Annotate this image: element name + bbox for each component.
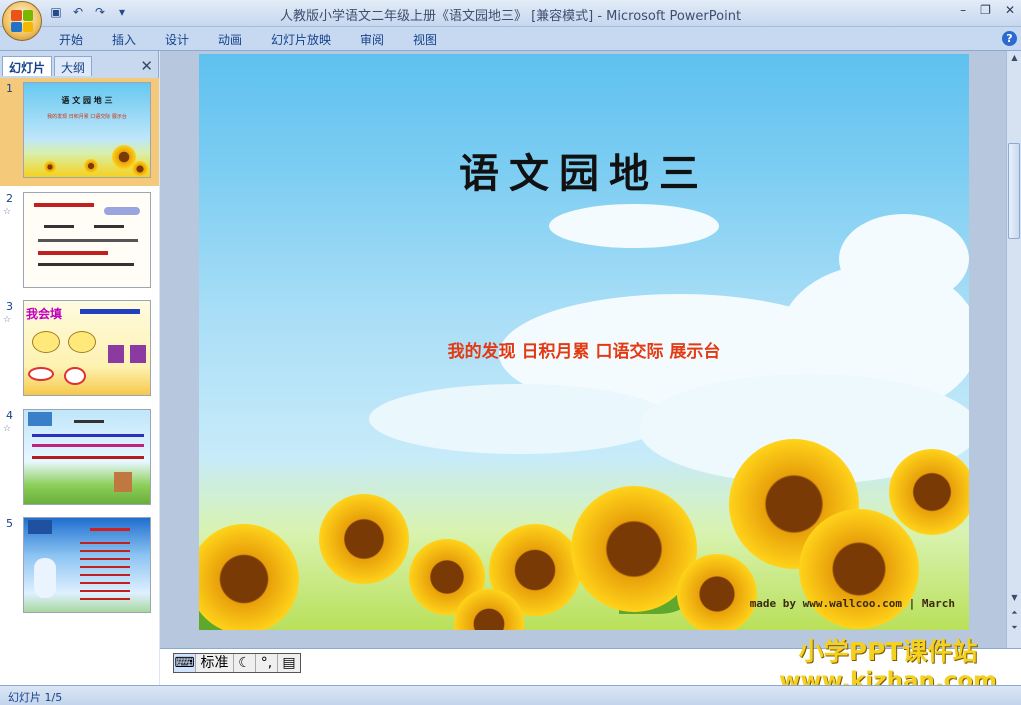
flower-shape [32,331,60,353]
thumbnail-text-line [32,434,144,437]
sunflower-image [132,161,148,177]
restore-button[interactable]: ❐ [980,3,991,17]
thumbnail-text-line [44,225,74,228]
sunflower-image [319,494,409,584]
close-button[interactable]: ✕ [1005,3,1015,17]
slide-title[interactable]: 语文园地三 [199,141,969,199]
tab-slideshow[interactable]: 幻灯片放映 [271,31,331,48]
thumbnail-text-line [38,251,108,255]
thumbnail-subtitle: 我的发现 日积月累 口语交际 展示台 [47,114,127,120]
tab-home[interactable]: 开始 [59,31,83,48]
thumbnail-text-line [94,225,124,228]
tab-insert[interactable]: 插入 [112,31,136,48]
sunflower-image [889,449,969,535]
thumbnail-text-line [34,203,94,207]
thumbnail-text-line [38,263,134,266]
thumbnail-text-line [32,444,144,447]
thumbnail-number: 1 [6,82,13,95]
slide-editor: 语文园地三 我的发现 日积月累 口语交际 展示台 made by www.wal… [160,51,1006,648]
slide-thumbnail-2[interactable] [23,192,151,288]
tab-view[interactable]: 视图 [413,31,437,48]
ime-punct-icon[interactable]: °, [256,654,278,672]
thumbnail-row-1[interactable]: 1 语 文 园 地 三 我的发现 日积月累 口语交际 展示台 [0,78,159,186]
slide-thumbnail-5[interactable] [23,517,151,613]
status-bar: 幻灯片 1/5 [0,685,1021,705]
thumbnail-row-3[interactable]: 3 ☆ 我会填 [0,296,159,404]
watermark-line-1: 小学PPT课件站 [798,637,978,666]
sunflower-image [44,161,56,173]
slide-counter: 幻灯片 1/5 [8,691,63,704]
thumbnail-row-5[interactable]: 5 [0,513,159,621]
office-logo-icon [11,10,33,32]
ime-moon-icon[interactable]: ☾ [234,654,256,672]
signpost-shape [114,472,132,492]
oval-shape [28,367,54,381]
sunflower-image [199,524,299,630]
sunflower-image [677,554,757,630]
animation-star-icon: ☆ [3,424,12,434]
tab-animations[interactable]: 动画 [218,31,242,48]
ribbon-tabs: 开始 插入 设计 动画 幻灯片放映 审阅 视图 ? [0,27,1021,51]
thumbnail-figure [34,558,56,598]
thumbnail-text-line [90,528,130,531]
ime-mode-label[interactable]: 标准 [196,654,234,672]
sunflower-image [84,159,98,173]
thumbnail-number: 4 [6,409,13,422]
panel-tabs: 幻灯片 大纲 ✕ [0,54,159,76]
flower-shape [68,331,96,353]
scrollbar-thumb[interactable] [1008,143,1020,239]
scroll-up-icon[interactable]: ▲ [1007,51,1021,65]
thumbnail-text-line [32,456,144,459]
thumbnail-row-4[interactable]: 4 ☆ [0,405,159,513]
thumbnail-title: 我会填 [26,307,63,321]
thumbnail-picture [28,412,52,426]
thumbnail-text-line [80,309,140,314]
ime-logo-icon[interactable]: ⌨ [174,654,196,672]
minimize-button[interactable]: – [960,3,966,17]
tab-design[interactable]: 设计 [165,31,189,48]
cross-shape [130,345,146,363]
ime-keyboard-icon[interactable]: ▤ [278,654,300,672]
cloud-shape [369,384,669,454]
thumbnail-list: 1 语 文 园 地 三 我的发现 日积月累 口语交际 展示台 2 ☆ 3 ☆ 我… [0,78,159,685]
animation-star-icon: ☆ [3,315,12,325]
thumbnail-poem-lines [80,542,130,602]
oval-shape [64,367,86,385]
ime-toolbar[interactable]: ⌨ 标准 ☾ °, ▤ [173,653,301,673]
slide-thumbnail-3[interactable]: 我会填 [23,300,151,396]
thumbnail-bubble [104,207,140,215]
cross-shape [108,345,124,363]
thumbnail-picture [28,520,52,534]
tab-outline[interactable]: 大纲 [54,56,93,76]
slides-panel: 幻灯片 大纲 ✕ 1 语 文 园 地 三 我的发现 日积月累 口语交际 展示台 … [0,51,159,685]
thumbnail-title: 语 文 园 地 三 [61,96,113,105]
tab-slides[interactable]: 幻灯片 [2,56,53,76]
sunflower-image [799,509,919,629]
animation-star-icon: ☆ [3,207,12,217]
slide-thumbnail-4[interactable] [23,409,151,505]
slide-subtitle[interactable]: 我的发现 日积月累 口语交际 展示台 [199,337,969,362]
image-credit: made by www.wallcoo.com | March [749,597,955,610]
current-slide[interactable]: 语文园地三 我的发现 日积月累 口语交际 展示台 made by www.wal… [199,54,969,630]
vertical-scrollbar[interactable]: ▲ ▼ ⏶ ⏷ [1006,51,1021,648]
next-slide-icon[interactable]: ⏷ [1007,621,1021,635]
title-bar: ▣ ↶ ↷ ▾ 人教版小学语文二年级上册《语文园地三》 [兼容模式] - Mic… [0,0,1021,41]
thumbnail-number: 3 [6,300,13,313]
help-icon[interactable]: ? [1002,31,1017,46]
thumbnail-number: 5 [6,517,13,530]
cloud-shape [549,204,719,248]
panel-close-icon[interactable]: ✕ [140,57,153,75]
previous-slide-icon[interactable]: ⏶ [1007,606,1021,620]
thumbnail-row-2[interactable]: 2 ☆ [0,188,159,296]
thumbnail-number: 2 [6,192,13,205]
thumbnail-text-line [38,239,138,242]
tab-review[interactable]: 审阅 [360,31,384,48]
scroll-down-icon[interactable]: ▼ [1007,591,1021,605]
office-button[interactable] [2,1,42,41]
window-controls: – ❐ ✕ [960,3,1015,17]
window-title: 人教版小学语文二年级上册《语文园地三》 [兼容模式] - Microsoft P… [279,9,742,24]
slide-thumbnail-1[interactable]: 语 文 园 地 三 我的发现 日积月累 口语交际 展示台 [23,82,151,178]
thumbnail-text-line [74,420,104,423]
